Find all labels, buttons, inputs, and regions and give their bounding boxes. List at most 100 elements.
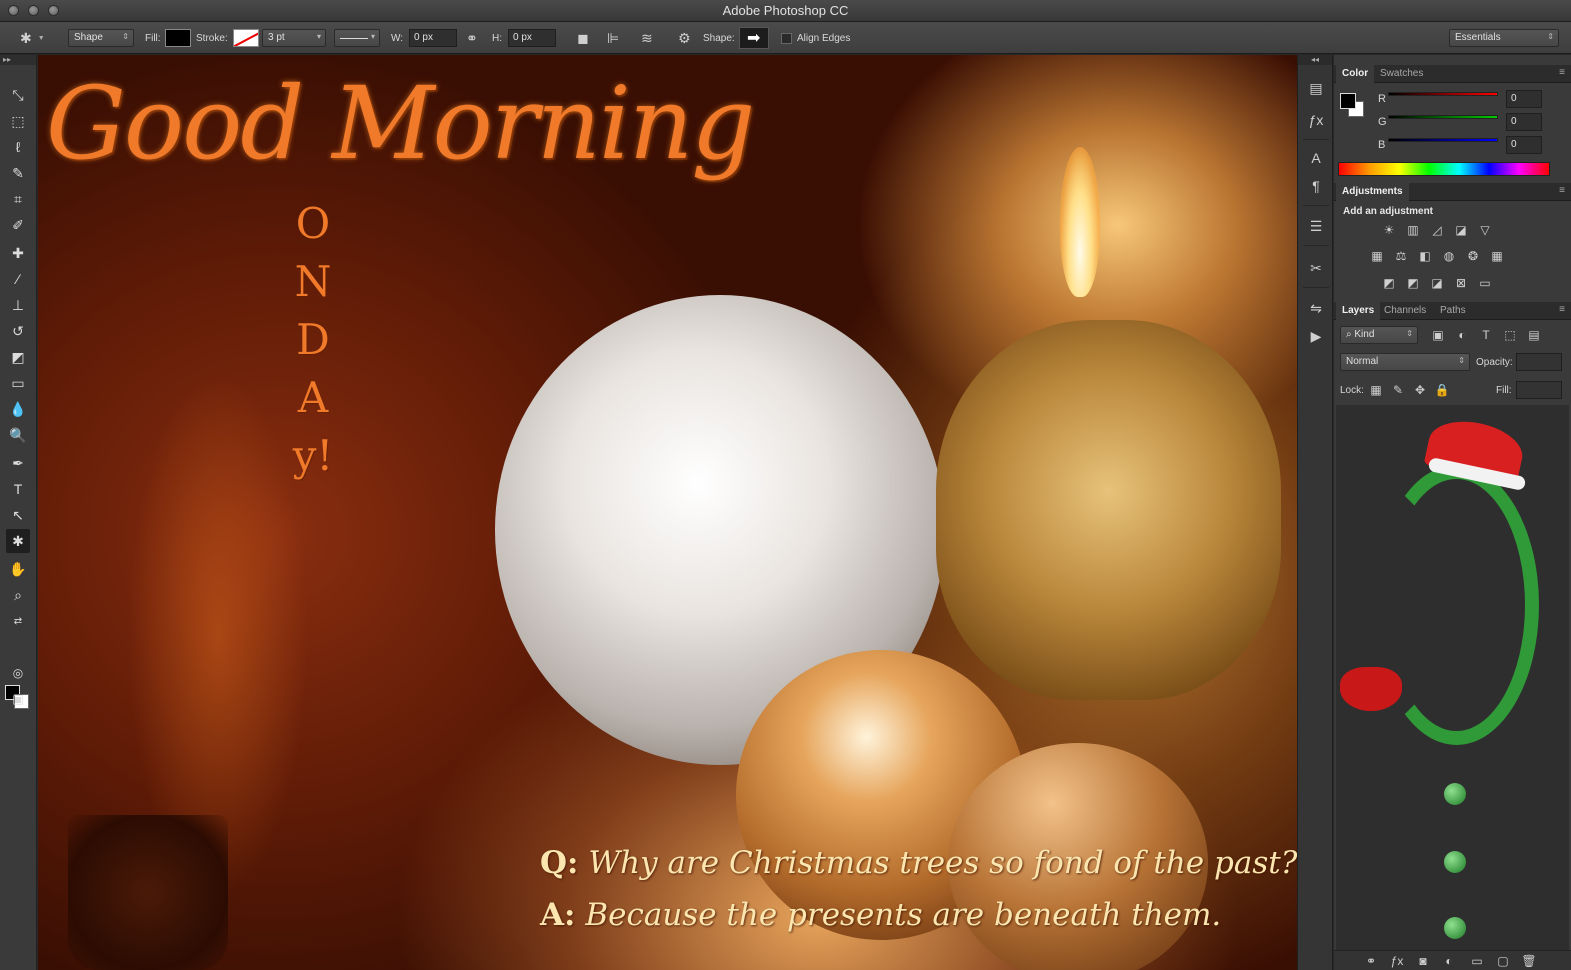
lock-all-icon[interactable]: 🔒	[1433, 382, 1451, 398]
pen-tool-icon[interactable]: ✒	[6, 451, 30, 475]
crop-tool-icon[interactable]: ⌗	[6, 187, 30, 211]
height-input[interactable]: 0 px	[508, 29, 556, 47]
stroke-width-select[interactable]: 3 pt ▾	[262, 29, 326, 47]
filter-adjustment-icon[interactable]: ◐	[1453, 327, 1471, 343]
quick-selection-tool-icon[interactable]: ✎	[6, 161, 30, 185]
color-foreground-swatch[interactable]	[1340, 93, 1356, 109]
paragraph-icon[interactable]: ¶	[1304, 175, 1328, 197]
panel-menu-icon[interactable]: ≡	[1559, 67, 1565, 78]
tab-color[interactable]: Color	[1336, 65, 1375, 83]
history-brush-tool-icon[interactable]: ↺	[6, 319, 30, 343]
properties-icon[interactable]: ☰	[1304, 215, 1328, 237]
gradient-map-icon[interactable]: ▭	[1476, 275, 1494, 291]
curves-icon[interactable]: ◿	[1428, 222, 1446, 238]
filter-smart-object-icon[interactable]: ▤	[1525, 327, 1543, 343]
tool-mode-select[interactable]: Shape ⇕	[68, 29, 134, 47]
new-adjustment-layer-icon[interactable]: ◐	[1440, 953, 1458, 969]
hue-saturation-icon[interactable]: ▦	[1368, 248, 1386, 264]
marquee-tool-icon[interactable]: ⬚	[6, 109, 30, 133]
layer-style-icon[interactable]: ƒx	[1388, 953, 1406, 969]
fill-swatch[interactable]	[164, 29, 191, 47]
eyedropper-tool-icon[interactable]: ✐	[6, 213, 30, 237]
hand-tool-icon[interactable]: ✋	[6, 557, 30, 581]
lock-image-icon[interactable]: ✎	[1389, 382, 1407, 398]
path-selection-tool-icon[interactable]: ↖	[6, 503, 30, 527]
actions-icon[interactable]: ⇋	[1304, 297, 1328, 319]
history-icon[interactable]: ▤	[1304, 77, 1328, 99]
new-group-icon[interactable]: ▭	[1468, 953, 1486, 969]
healing-brush-tool-icon[interactable]: ✚	[6, 241, 30, 265]
stroke-type-select[interactable]: ▾	[334, 29, 380, 47]
channel-b-slider[interactable]	[1388, 138, 1498, 142]
stroke-swatch[interactable]	[232, 29, 259, 47]
align-edges-checkbox[interactable]	[781, 32, 792, 44]
photo-filter-icon[interactable]: ◍	[1440, 248, 1458, 264]
selective-color-icon[interactable]: ⊠	[1452, 275, 1470, 291]
tool-preset-picker[interactable]: ✱ ▼	[20, 22, 45, 54]
tab-paths[interactable]: Paths	[1434, 302, 1472, 320]
tools-collapse-button[interactable]: ▸▸	[0, 55, 36, 65]
brightness-contrast-icon[interactable]: ☀	[1380, 222, 1398, 238]
link-layers-icon[interactable]: ⚭	[1362, 953, 1380, 969]
lock-transparent-icon[interactable]: ▦	[1367, 382, 1385, 398]
channel-r-slider[interactable]	[1388, 92, 1498, 96]
type-tool-icon[interactable]: T	[6, 477, 30, 501]
eraser-tool-icon[interactable]: ◩	[6, 345, 30, 369]
exposure-icon[interactable]: ◪	[1452, 222, 1470, 238]
filter-type-icon[interactable]: T	[1477, 327, 1495, 343]
dodge-tool-icon[interactable]: 🔍	[6, 423, 30, 447]
tab-layers[interactable]: Layers	[1336, 302, 1381, 320]
opacity-input[interactable]	[1516, 353, 1562, 371]
channel-r-input[interactable]: 0	[1506, 90, 1542, 108]
panel-menu-icon[interactable]: ≡	[1559, 185, 1565, 196]
zoom-tool-icon[interactable]: ⌕	[6, 583, 30, 607]
custom-shape-tool-icon[interactable]: ✱	[6, 529, 30, 553]
threshold-icon[interactable]: ◪	[1428, 275, 1446, 291]
filter-pixel-icon[interactable]: ▣	[1429, 327, 1447, 343]
layer-filter-select[interactable]: ⌕ Kind ⇕	[1340, 326, 1418, 344]
shape-picker[interactable]: ➡	[738, 27, 769, 49]
document-canvas[interactable]: Good Morning O N D A y! Q: Why are Chris…	[38, 55, 1297, 970]
lock-position-icon[interactable]: ✥	[1411, 382, 1429, 398]
channel-g-input[interactable]: 0	[1506, 113, 1542, 131]
blend-mode-select[interactable]: Normal ⇕	[1340, 353, 1470, 371]
clone-stamp-tool-icon[interactable]: ⊥	[6, 293, 30, 317]
channel-mixer-icon[interactable]: ❂	[1464, 248, 1482, 264]
move-tool-icon[interactable]: ⤡	[6, 83, 30, 107]
channel-b-input[interactable]: 0	[1506, 136, 1542, 154]
levels-icon[interactable]: ▥	[1404, 222, 1422, 238]
tab-adjustments[interactable]: Adjustments	[1336, 183, 1409, 201]
dock-collapse-button[interactable]: ◂◂	[1298, 55, 1332, 65]
swap-colors-icon[interactable]: ⇄	[6, 609, 30, 633]
color-spectrum-ramp[interactable]	[1338, 162, 1550, 176]
layers-list[interactable]	[1336, 405, 1569, 950]
width-input[interactable]: 0 px	[409, 29, 458, 47]
link-icon[interactable]: ⚭	[466, 30, 478, 47]
black-white-icon[interactable]: ◧	[1416, 248, 1434, 264]
vibrance-icon[interactable]: ▽	[1476, 222, 1494, 238]
channel-g-slider[interactable]	[1388, 115, 1498, 119]
new-layer-icon[interactable]: ▢	[1494, 953, 1512, 969]
layer-mask-icon[interactable]: ◙	[1414, 953, 1432, 969]
posterize-icon[interactable]: ◩	[1404, 275, 1422, 291]
color-balance-icon[interactable]: ⚖	[1392, 248, 1410, 264]
path-operations-icon[interactable]: ◼	[577, 30, 589, 47]
path-arrangement-icon[interactable]: ≋	[641, 30, 653, 47]
brush-presets-icon[interactable]: ✂	[1304, 257, 1328, 279]
styles-icon[interactable]: ƒx	[1304, 109, 1328, 131]
filter-shape-icon[interactable]: ⬚	[1501, 327, 1519, 343]
play-icon[interactable]: ▶	[1304, 325, 1328, 347]
tab-channels[interactable]: Channels	[1378, 302, 1432, 320]
trash-icon[interactable]: 🗑	[1520, 953, 1538, 969]
tab-swatches[interactable]: Swatches	[1374, 65, 1429, 83]
quick-mask-icon[interactable]: ◎	[6, 661, 30, 685]
blur-tool-icon[interactable]: 💧	[6, 397, 30, 421]
character-icon[interactable]: A	[1304, 147, 1328, 169]
lasso-tool-icon[interactable]: ℓ	[6, 135, 30, 159]
panel-menu-icon[interactable]: ≡	[1559, 304, 1565, 315]
screen-mode-icon[interactable]: ▣	[6, 687, 30, 711]
invert-icon[interactable]: ◩	[1380, 275, 1398, 291]
fill-input[interactable]	[1516, 381, 1562, 399]
workspace-select[interactable]: Essentials ⇕	[1449, 29, 1559, 47]
gear-icon[interactable]: ⚙	[678, 30, 691, 47]
